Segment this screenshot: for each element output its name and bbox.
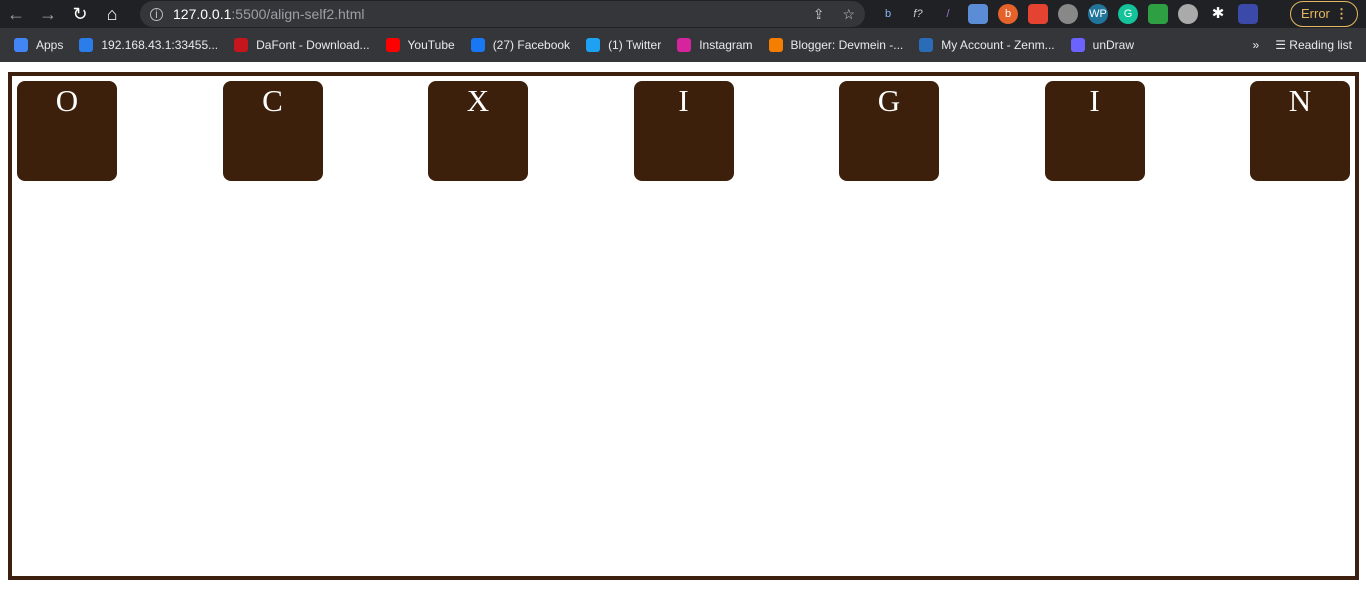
bookmark-label: (1) Twitter [608,38,662,52]
error-label: Error [1301,6,1330,21]
extension-icon[interactable] [1058,4,1078,24]
share-icon[interactable]: ⇪ [813,6,825,23]
letter-box: N [1250,81,1350,181]
bookmark-icon [14,38,28,52]
letter-box: I [1044,81,1145,181]
bookmark-icon [677,38,692,52]
bookmark-label: 192.168.43.1:33455... [101,38,219,52]
reading-list-button[interactable]: ☰ Reading list [1275,38,1352,52]
puzzle-icon[interactable]: ✱ [1208,4,1228,24]
letter-box: X [428,81,528,181]
bookmark-item[interactable]: DaFont - Download... [234,38,370,52]
browser-toolbar: ← → ↻ ⌂ i 127.0.0.1:5500/align-self2.htm… [0,0,1366,28]
flex-container: OCXIGIN [8,72,1359,580]
grammarly-icon[interactable]: G [1118,4,1138,24]
bookmark-item[interactable]: Instagram [677,38,753,52]
bookmark-label: My Account - Zenm... [941,38,1055,52]
bookmark-item[interactable]: unDraw [1070,38,1134,52]
more-bookmarks-button[interactable]: » [1253,38,1260,52]
bookmark-label: unDraw [1092,38,1134,52]
extension-icon[interactable]: f? [908,4,928,24]
feather-icon[interactable]: / [938,4,958,24]
profile-icon[interactable] [1238,4,1258,24]
bookmark-item[interactable]: Apps [14,38,63,52]
letter-box: G [839,81,939,181]
bookmark-icon [586,38,601,52]
error-button[interactable]: Error ⋮ [1290,1,1358,27]
letter-box: C [222,81,323,181]
bookmark-icon [234,38,249,52]
star-icon[interactable]: ☆ [842,6,855,23]
menu-icon[interactable]: ⋮ [1335,2,1348,26]
bookmarks-bar: Apps 192.168.43.1:33455... DaFont - Downlo… [0,28,1366,62]
bookmark-item[interactable]: (1) Twitter [586,38,661,52]
extensions: b f? / b WP G ✱ [878,4,1258,24]
bookmark-label: Instagram [699,38,753,52]
bookmark-item[interactable]: (27) Facebook [470,38,571,52]
reading-list-label: Reading list [1289,38,1352,52]
bookmark-item[interactable]: 192.168.43.1:33455... [79,38,218,52]
bookmark-label: YouTube [407,38,455,52]
bookmark-icon [768,38,783,52]
bookmark-icon [919,38,934,52]
bookmark-icon [79,38,94,52]
address-bar[interactable]: i 127.0.0.1:5500/align-self2.html ⇪ ☆ [140,1,865,27]
extension-icon[interactable] [1148,4,1168,24]
bookmark-icon [385,38,400,52]
letter-box: I [633,81,734,181]
bookmarks-right: » ☰ Reading list [1253,38,1352,52]
wordpress-icon[interactable]: WP [1088,4,1108,24]
home-icon[interactable]: ⌂ [96,4,128,25]
bookmark-item[interactable]: YouTube [385,38,455,52]
bookmark-label: DaFont - Download... [256,38,370,52]
letter-box: O [17,81,117,181]
extension-icon[interactable]: b [998,4,1018,24]
bookmark-label: (27) Facebook [492,38,571,52]
info-icon[interactable]: i [150,7,163,21]
bookmark-item[interactable]: Blogger: Devmein -... [768,38,904,52]
extension-icon[interactable] [968,4,988,24]
url-path: :5500/align-self2.html [231,6,365,22]
reload-icon[interactable]: ↻ [64,4,96,25]
bookmark-label: Blogger: Devmein -... [790,38,904,52]
back-icon[interactable]: ← [0,4,32,25]
bookmark-label: Apps [36,38,64,52]
bookmark-icon [470,38,485,52]
todoist-icon[interactable] [1028,4,1048,24]
bookmark-icon [1070,38,1085,52]
extension-icon[interactable] [1178,4,1198,24]
url-host: 127.0.0.1 [173,6,232,22]
bookmark-item[interactable]: My Account - Zenm... [919,38,1055,52]
extension-icon[interactable]: b [878,4,898,24]
forward-icon[interactable]: → [32,4,64,25]
